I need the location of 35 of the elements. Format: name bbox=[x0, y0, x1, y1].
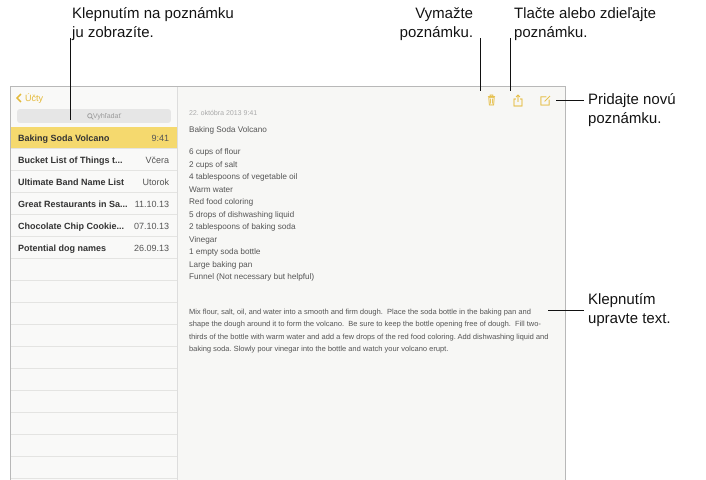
note-line: 2 cups of salt bbox=[189, 158, 238, 171]
note-title: Great Restaurants in Sa... bbox=[18, 198, 128, 208]
note-line: Red food coloring bbox=[189, 196, 254, 208]
note-line: 2 tablespoons of baking soda bbox=[189, 221, 297, 233]
note-line: 1 empty soda bottle bbox=[189, 246, 262, 258]
note-title: Bucket List of Things t... bbox=[18, 154, 123, 164]
note-list-item[interactable]: Ultimate Band Name List Utorok bbox=[11, 171, 177, 193]
note-date: Utorok bbox=[142, 176, 169, 186]
note-date: 26.09.13 bbox=[134, 242, 169, 252]
note-title: Baking Soda Volcano bbox=[189, 125, 268, 134]
callout-text: Vymažte poznámku. bbox=[398, 4, 473, 42]
note-date: Včera bbox=[145, 154, 169, 164]
callout-text: Klepnutím na poznámku ju zobrazíte. bbox=[72, 4, 234, 42]
callout-text: Pridajte novú poznámku. bbox=[588, 90, 676, 128]
note-list-item[interactable]: Potential dog names 26.09.13 bbox=[11, 237, 177, 259]
note-line: 5 drops of dishwashing liquid bbox=[189, 208, 296, 221]
note-list-item[interactable]: Chocolate Chip Cookie... 07.10.13 bbox=[11, 215, 177, 237]
note-line: Funnel (Not necessary but helpful) bbox=[189, 271, 316, 283]
note-title: Chocolate Chip Cookie... bbox=[18, 220, 124, 230]
callout-text: Klepnutím upravte text. bbox=[588, 290, 671, 328]
note-list-item[interactable]: Bucket List of Things t... Včera bbox=[11, 149, 177, 171]
note-list-item[interactable]: Great Restaurants in Sa... 11.10.13 bbox=[11, 193, 177, 215]
note-line: Vinegar bbox=[189, 234, 218, 246]
note-list-item[interactable]: Baking Soda Volcano 9:41 bbox=[11, 127, 177, 149]
note-line: Warm water bbox=[189, 184, 234, 196]
note-line: 6 cups of flour bbox=[189, 146, 242, 158]
note-title: Ultimate Band Name List bbox=[18, 176, 124, 186]
note-date: 9:41 bbox=[151, 132, 169, 142]
note-line: 4 tablespoons of vegetable oil bbox=[189, 171, 298, 183]
note-title: Potential dog names bbox=[18, 242, 106, 252]
note-date: 11.10.13 bbox=[134, 198, 169, 208]
note-date: 07.10.13 bbox=[134, 220, 169, 230]
callout-text: Tlačte alebo zdieľajte poznámku. bbox=[514, 4, 656, 42]
note-title: Baking Soda Volcano bbox=[18, 132, 110, 142]
note-line: Large baking pan bbox=[189, 258, 254, 271]
